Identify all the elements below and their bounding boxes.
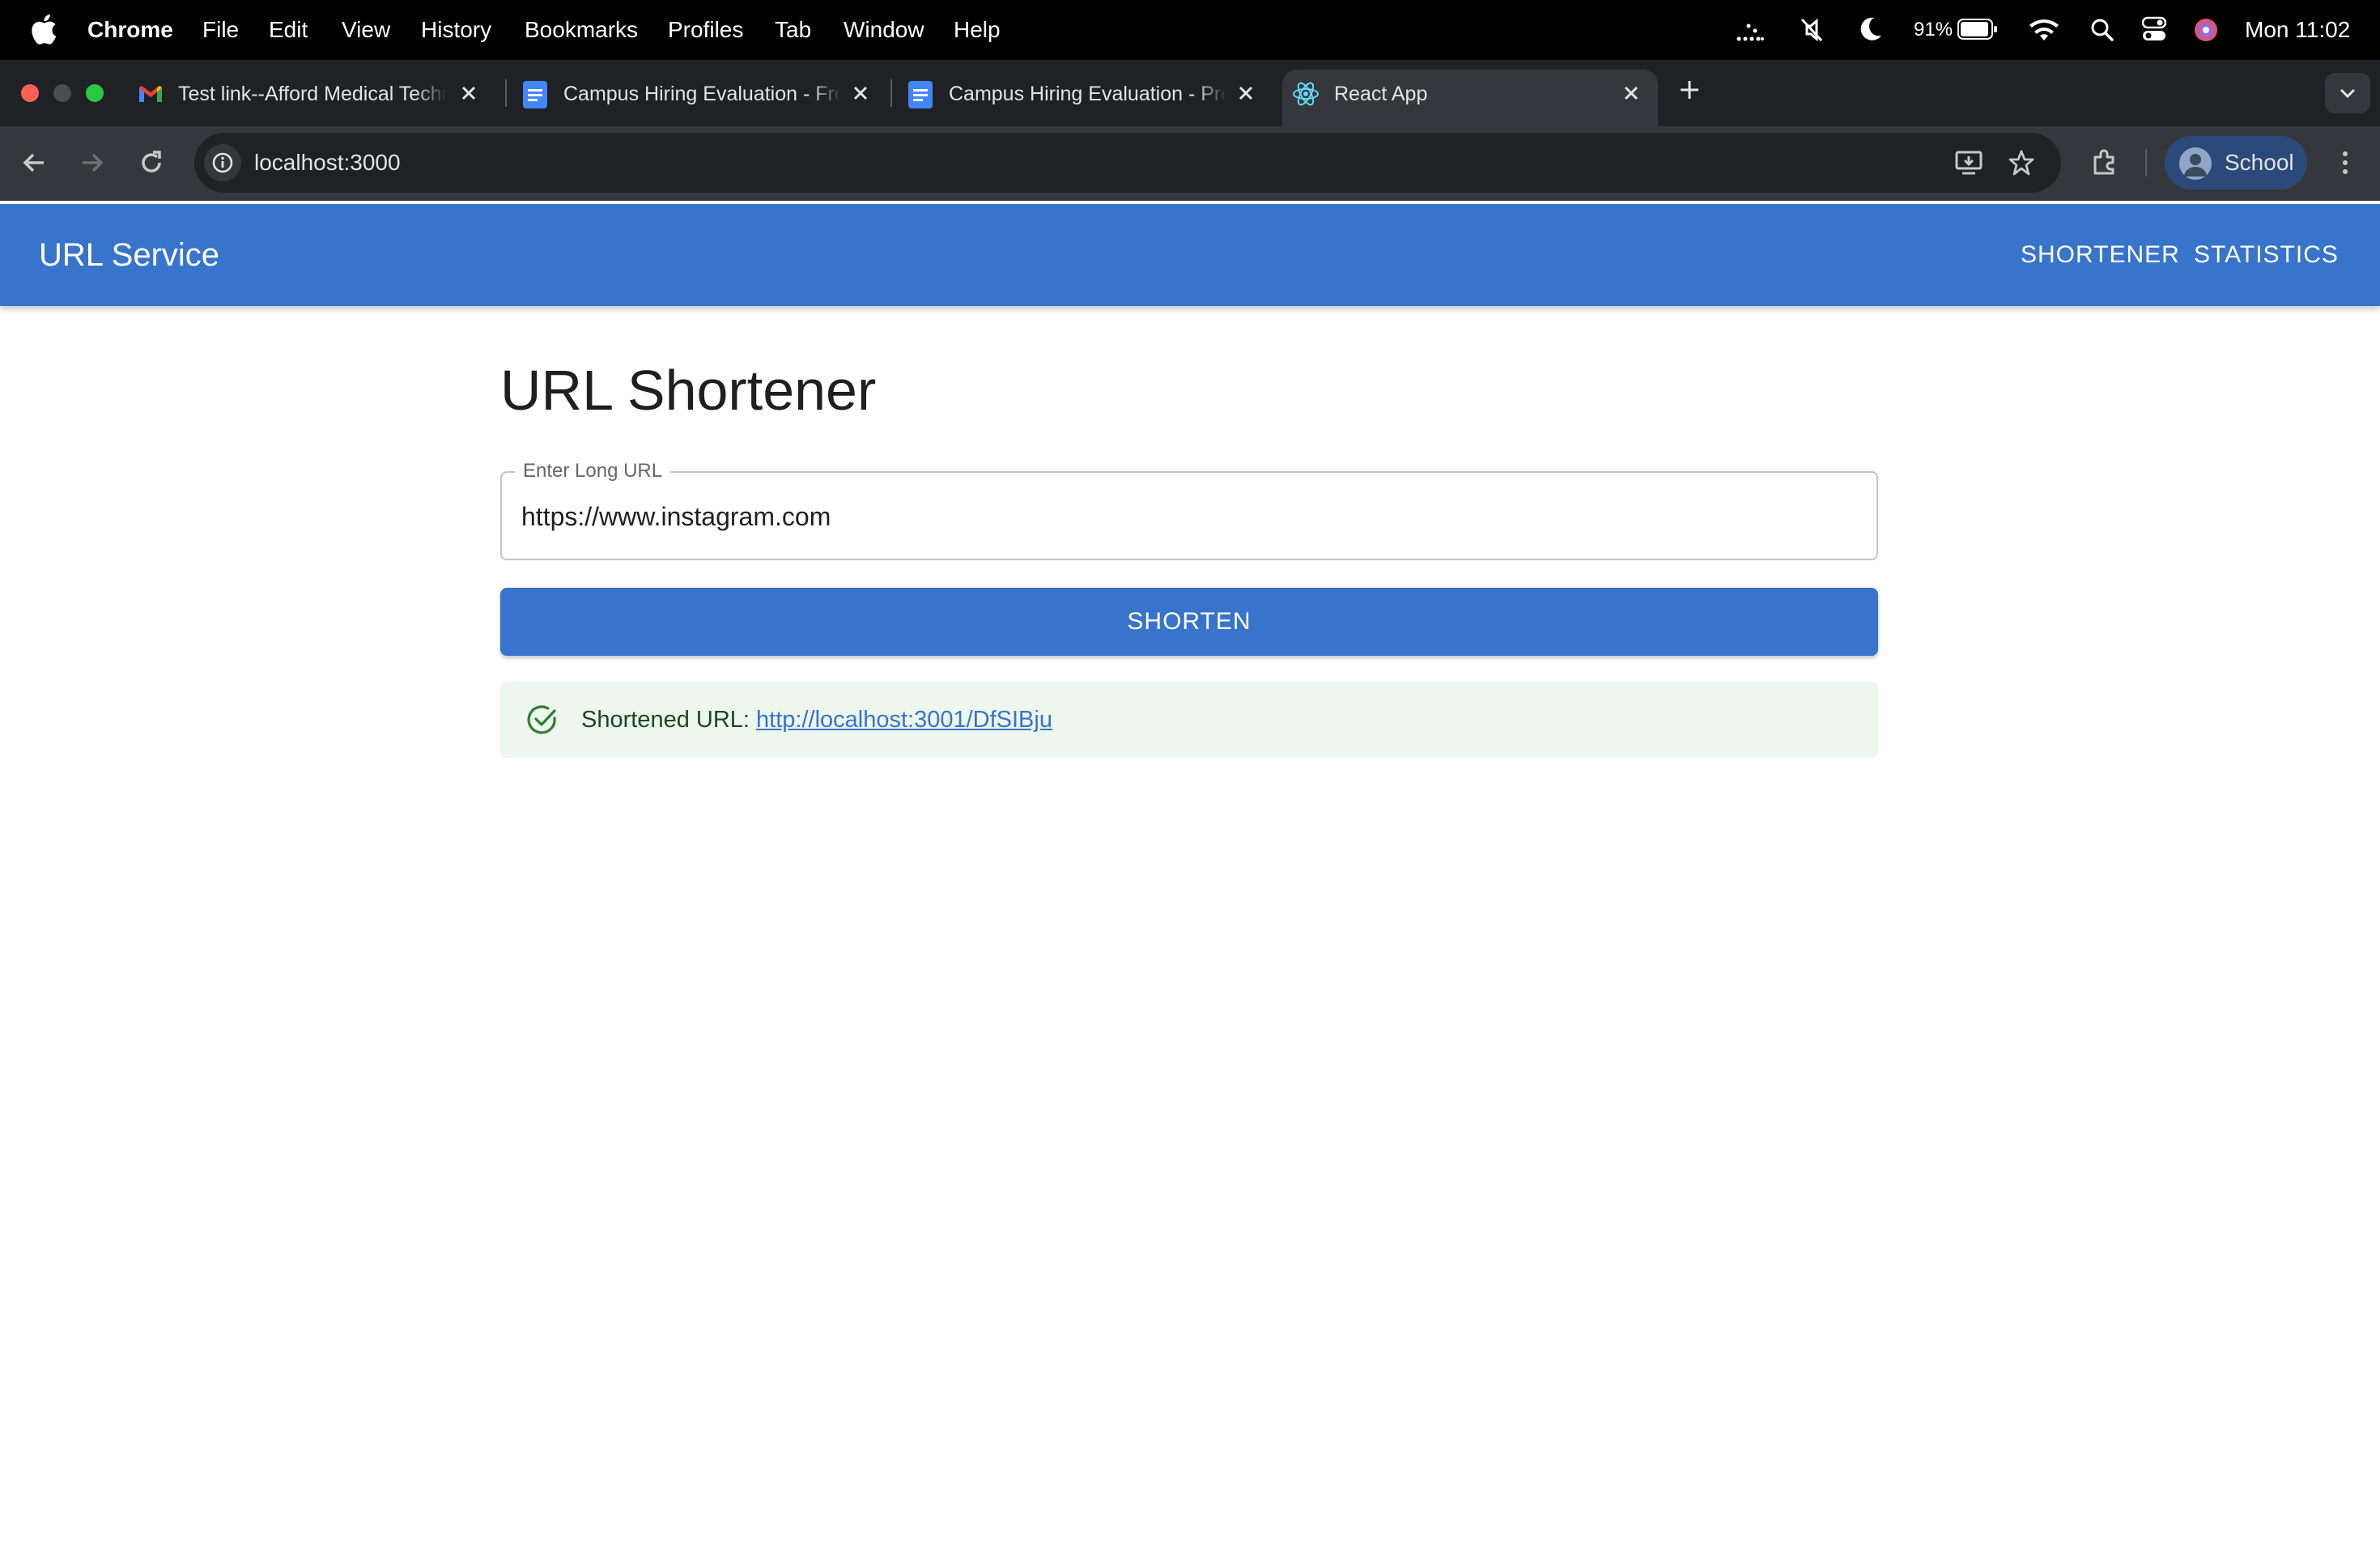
control-center-icon[interactable] <box>2142 16 2166 42</box>
wifi-icon[interactable] <box>2029 16 2059 42</box>
gmail-icon <box>139 86 162 102</box>
site-info-button[interactable] <box>204 144 241 181</box>
maximize-window-button[interactable] <box>86 84 104 102</box>
alert-prefix: Shortened URL: <box>581 707 750 733</box>
close-tab-icon[interactable] <box>1232 79 1260 107</box>
tab-title: React App <box>1334 83 1428 105</box>
long-url-input[interactable] <box>521 491 1849 542</box>
menu-app-name[interactable]: Chrome <box>87 0 173 60</box>
new-tab-icon[interactable] <box>1677 78 1702 102</box>
close-tab-icon[interactable] <box>847 79 874 107</box>
success-alert-message: Shortened URL: http://localhost:3001/DfS… <box>581 682 1052 758</box>
menu-tab[interactable]: Tab <box>775 0 811 60</box>
tab-docs-product[interactable]: Campus Hiring Evaluation - Product <box>902 70 1266 126</box>
docs-icon <box>908 81 933 108</box>
tab-react-app[interactable]: React App <box>1282 70 1658 126</box>
mute-icon[interactable] <box>1799 16 1825 44</box>
battery-icon[interactable] <box>1957 19 1998 40</box>
nav-shortener-button[interactable]: SHORTENER <box>2021 204 2180 306</box>
info-icon <box>212 152 233 173</box>
close-window-button[interactable] <box>21 84 39 102</box>
docs-icon <box>523 81 547 108</box>
do-not-disturb-moon-icon[interactable] <box>1859 16 1883 42</box>
nav-statistics-button[interactable]: STATISTICS <box>2194 204 2339 306</box>
menu-bookmarks[interactable]: Bookmarks <box>525 0 638 60</box>
check-circle-icon <box>527 705 556 734</box>
page-title: URL Shortener <box>500 359 877 422</box>
shorten-button[interactable]: SHORTEN <box>500 588 1878 656</box>
close-tab-icon[interactable] <box>1617 79 1645 107</box>
reload-icon[interactable] <box>138 149 165 176</box>
tab-title: Test link--Afford Medical Technologies <box>178 83 445 105</box>
tab-docs-frontend[interactable]: Campus Hiring Evaluation - Frontend <box>516 70 881 126</box>
profile-label: School <box>2225 150 2294 175</box>
menu-window[interactable]: Window <box>844 0 924 60</box>
tab-title: Campus Hiring Evaluation - Product <box>949 83 1224 105</box>
tab-title: Campus Hiring Evaluation - Frontend <box>563 83 839 105</box>
tab-separator <box>505 79 507 107</box>
tab-separator <box>890 79 892 107</box>
react-icon <box>1293 82 1319 106</box>
toolbar-divider <box>2145 149 2147 176</box>
menu-profiles[interactable]: Profiles <box>668 0 743 60</box>
close-tab-icon[interactable] <box>455 79 482 107</box>
profile-button[interactable]: School <box>2165 136 2307 189</box>
menu-help[interactable]: Help <box>954 0 1001 60</box>
forward-arrow-icon[interactable] <box>78 149 107 176</box>
screen-sharing-icon[interactable] <box>1736 18 1765 42</box>
tab-search-button[interactable] <box>2325 73 2370 113</box>
bookmark-star-icon[interactable] <box>2008 149 2035 176</box>
macos-menu-bar: Chrome File Edit View History Bookmarks … <box>0 0 2380 60</box>
address-bar-url[interactable]: localhost:3000 <box>254 133 401 193</box>
shortened-url-link[interactable]: http://localhost:3001/DfSIBju <box>756 707 1052 733</box>
avatar <box>2179 147 2212 180</box>
tab-gmail[interactable]: Test link--Afford Medical Technologies <box>131 70 495 126</box>
back-arrow-icon[interactable] <box>19 149 49 176</box>
app-title: URL Service <box>39 237 220 273</box>
menu-view[interactable]: View <box>342 0 390 60</box>
minimize-window-button[interactable] <box>53 84 71 102</box>
siri-icon[interactable] <box>2194 18 2218 42</box>
battery-percent: 91% <box>1914 19 1953 40</box>
menu-history[interactable]: History <box>421 0 491 60</box>
menu-file[interactable]: File <box>202 0 239 60</box>
address-bar[interactable] <box>194 133 2061 193</box>
more-menu-icon[interactable] <box>2333 149 2357 176</box>
menu-edit[interactable]: Edit <box>269 0 308 60</box>
apple-logo-icon[interactable] <box>31 14 57 45</box>
spotlight-search-icon[interactable] <box>2090 18 2114 42</box>
install-app-icon[interactable] <box>1954 149 1983 176</box>
menubar-clock[interactable]: Mon 11:02 <box>2245 0 2350 60</box>
extensions-puzzle-icon[interactable] <box>2090 147 2119 176</box>
long-url-field-label: Enter Long URL <box>515 458 671 484</box>
chevron-down-icon <box>2340 88 2356 99</box>
